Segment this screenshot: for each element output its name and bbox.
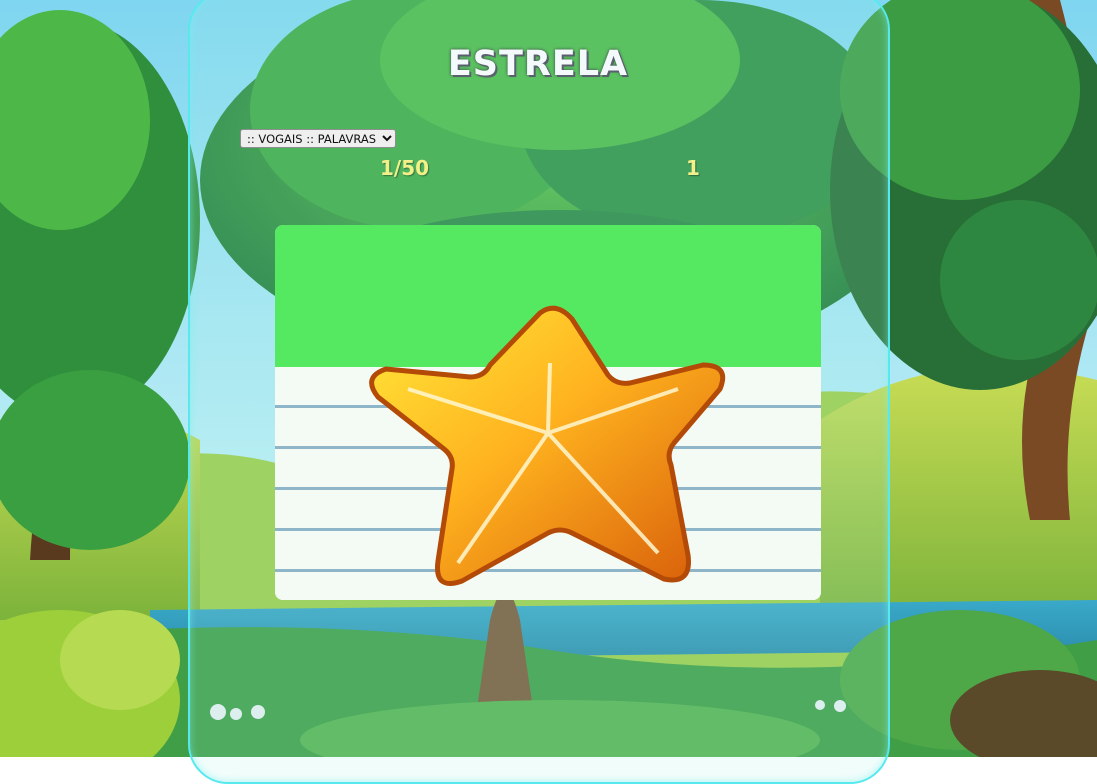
mode-select[interactable]: :: VOGAIS :: PALAVRAS (240, 129, 396, 148)
star-icon (369, 305, 726, 586)
score-counter: 1 (686, 156, 700, 180)
word-title: ESTRELA (447, 44, 629, 84)
progress-counter: 1/50 (380, 156, 430, 180)
word-card[interactable] (275, 225, 821, 600)
